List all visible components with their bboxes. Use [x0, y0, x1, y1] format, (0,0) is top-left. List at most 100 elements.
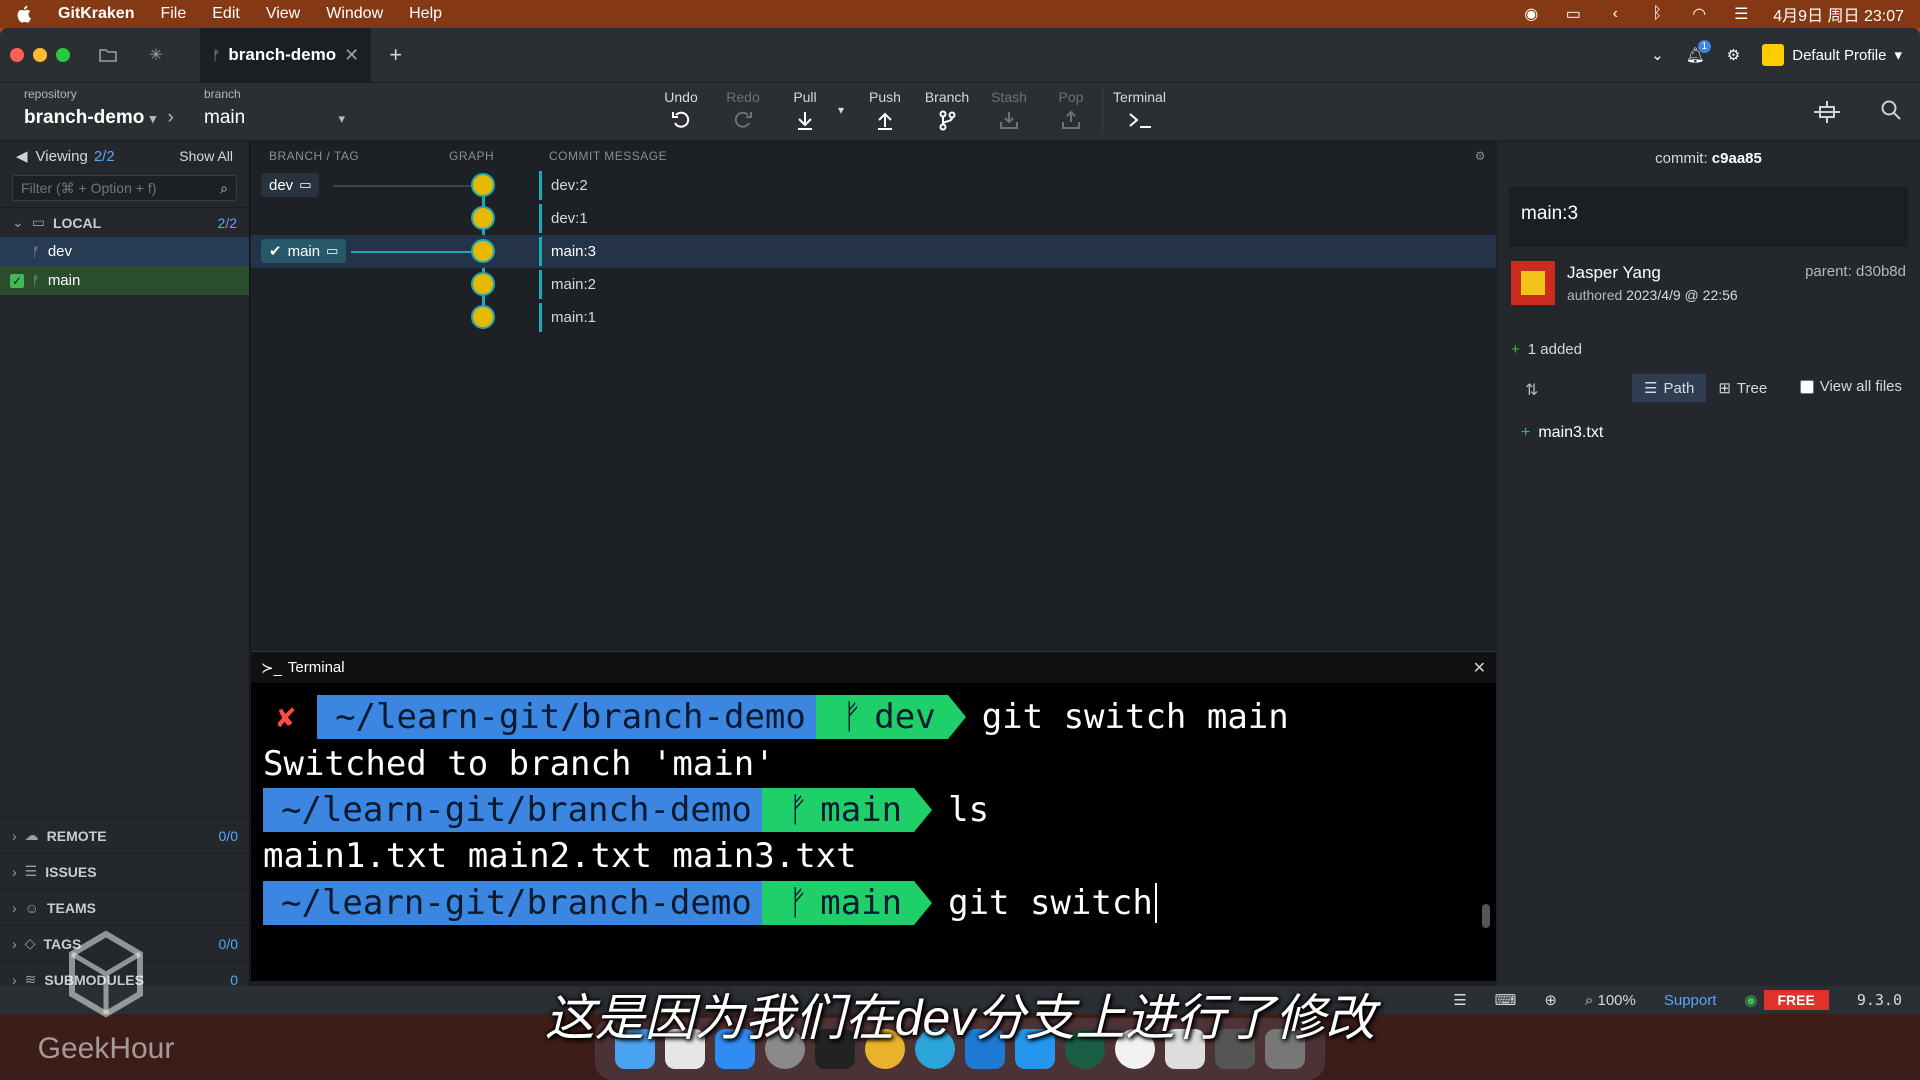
sort-icon[interactable]: ⇅ — [1525, 380, 1538, 400]
profile-selector[interactable]: Default Profile ▾ — [1762, 44, 1902, 66]
filter-input[interactable] — [21, 180, 211, 196]
bluetooth-icon[interactable]: ᛒ — [1647, 5, 1667, 22]
commit-row-bar — [539, 237, 542, 266]
push-button[interactable]: Push — [854, 89, 916, 131]
video-subtitle: 这是因为我们在dev分支上进行了修改 — [544, 990, 1376, 1046]
commit-id: commit: c9aa85 — [1497, 141, 1920, 177]
column-branch-tag[interactable]: BRANCH / TAG — [269, 149, 359, 163]
commit-avatar-node[interactable] — [471, 239, 495, 263]
commit-row[interactable]: dev:1 — [251, 202, 1496, 235]
file-name: main3.txt — [1538, 424, 1604, 441]
control-center-icon[interactable]: ☰ — [1731, 6, 1751, 23]
profile-avatar — [1762, 44, 1785, 66]
authored-date: 2023/4/9 @ 22:56 — [1626, 287, 1738, 303]
menu-app-name[interactable]: GitKraken — [58, 5, 134, 23]
column-commit-message[interactable]: COMMIT MESSAGE — [549, 149, 667, 163]
branch-ref-dev[interactable]: dev ▭ — [261, 173, 320, 197]
pop-icon — [1062, 110, 1080, 129]
path-view-button[interactable]: ☰ Path — [1632, 374, 1707, 402]
pull-button[interactable]: Pull ▾ — [774, 89, 844, 131]
settings-gear-icon[interactable]: ⚙ — [1727, 46, 1740, 64]
maximize-window-button[interactable] — [56, 48, 70, 62]
redo-button[interactable]: Redo — [712, 89, 774, 131]
graph-column-headers: BRANCH / TAG GRAPH COMMIT MESSAGE ⚙ — [251, 141, 1496, 169]
terminal-panel[interactable]: ≻_ Terminal ✕ ✘ ~/learn-git/branch-demo … — [251, 651, 1496, 981]
menu-view[interactable]: View — [266, 5, 300, 23]
remote-section-header[interactable]: › ☁ REMOTE 0/0 — [0, 817, 250, 853]
branch-selector[interactable]: branch main ▾ — [204, 87, 345, 129]
new-tab-button[interactable]: + — [389, 42, 402, 68]
apple-icon[interactable] — [16, 5, 34, 23]
commit-avatar-node[interactable] — [471, 272, 495, 296]
branch-ref-main[interactable]: ✔ main ▭ — [261, 239, 347, 263]
pop-button[interactable]: Pop — [1040, 89, 1102, 131]
changed-file-item[interactable]: + main3.txt — [1521, 424, 1896, 442]
menu-help[interactable]: Help — [409, 5, 442, 23]
chevron-right-icon: › — [12, 827, 17, 844]
view-all-files-checkbox[interactable] — [1799, 379, 1814, 394]
chevron-right-icon: › — [167, 107, 174, 128]
teams-section-header[interactable]: › ☺ TEAMS — [0, 889, 250, 925]
commit-row[interactable]: main:1 — [251, 301, 1496, 334]
close-window-button[interactable] — [10, 48, 24, 62]
commit-row[interactable]: dev ▭ dev:2 — [251, 169, 1496, 202]
menu-file[interactable]: File — [160, 5, 186, 23]
menu-window[interactable]: Window — [326, 5, 383, 23]
column-settings-gear-icon[interactable]: ⚙ — [1475, 149, 1486, 163]
filter-field[interactable]: ⌕ — [12, 175, 237, 201]
terminal-command-input[interactable]: git switch — [948, 883, 1153, 923]
caret-down-icon: ▾ — [338, 111, 345, 126]
ref-label: main — [287, 242, 321, 260]
commit-avatar-node[interactable] — [471, 305, 495, 329]
parent-sha[interactable]: d30b8d — [1856, 263, 1906, 280]
close-terminal-icon[interactable]: ✕ — [1473, 658, 1486, 678]
column-graph[interactable]: GRAPH — [449, 149, 494, 163]
viewing-toggle-icon[interactable]: ◀ — [16, 147, 28, 165]
prompt-arrow — [947, 695, 966, 739]
terminal-command: ls — [948, 790, 990, 830]
terminal-button[interactable]: Terminal — [1102, 89, 1176, 131]
pull-options-caret-icon[interactable]: ▾ — [838, 103, 844, 117]
commit-row-selected[interactable]: ✔ main ▭ main:3 — [251, 235, 1496, 268]
issues-section-header[interactable]: › ☰ ISSUES — [0, 853, 250, 889]
commit-row[interactable]: main:2 — [251, 268, 1496, 301]
notification-bell-icon[interactable]: 🔔︎ 1 — [1686, 40, 1711, 64]
branch-button[interactable]: Branch — [916, 89, 978, 131]
terminal-label: Terminal — [1113, 89, 1166, 105]
close-tab-icon[interactable]: ✕ — [344, 45, 359, 66]
chevron-left-icon[interactable]: ‹ — [1605, 5, 1625, 22]
commit-avatar-node[interactable] — [471, 173, 495, 197]
terminal-scrollbar[interactable] — [1482, 904, 1490, 928]
view-all-files-toggle[interactable]: View all files — [1799, 378, 1902, 395]
authored-label: authored — [1567, 287, 1623, 303]
remote-count: 0/0 — [218, 827, 238, 844]
minimize-window-button[interactable] — [33, 48, 47, 62]
menu-edit[interactable]: Edit — [212, 5, 240, 23]
repo-selector[interactable]: repository branch-demo ▾ › — [24, 87, 174, 129]
menubar-datetime[interactable]: 4月9日 周日 23:07 — [1773, 2, 1904, 26]
commit-sha[interactable]: c9aa85 — [1712, 150, 1762, 167]
search-icon[interactable] — [1880, 99, 1902, 121]
stash-button[interactable]: Stash — [978, 89, 1040, 131]
file-added-icon: + — [1521, 424, 1531, 441]
undo-button[interactable]: Undo — [650, 89, 712, 131]
terminal-cursor — [1154, 883, 1157, 923]
branch-button-label: Branch — [924, 89, 970, 105]
commit-avatar-node[interactable] — [471, 206, 495, 230]
repo-tab[interactable]: ᚠ branch-demo ✕ — [200, 28, 372, 82]
sidebar-branch-dev[interactable]: ᚠ dev — [0, 237, 249, 266]
folder-icon[interactable] — [98, 45, 118, 65]
workspace-icon[interactable]: ✳ — [146, 45, 166, 65]
record-icon[interactable]: ◉ — [1521, 6, 1541, 23]
battery-icon[interactable]: ▭ — [1563, 6, 1583, 23]
commit-message-box[interactable]: main:3 — [1509, 187, 1908, 247]
tree-view-button[interactable]: ⊞ Tree — [1706, 374, 1779, 402]
chevron-down-icon[interactable]: ⌄ — [1651, 46, 1664, 64]
layout-toggle-icon[interactable] — [1812, 99, 1842, 125]
parent-label: parent: — [1805, 263, 1852, 280]
error-x-icon: ✘ — [277, 699, 296, 735]
sidebar-branch-main[interactable]: ✓ ᚠ main — [0, 266, 249, 295]
show-all-button[interactable]: Show All — [179, 148, 233, 164]
local-section-header[interactable]: ⌄ ▭ LOCAL 2/2 — [0, 207, 249, 237]
wifi-icon[interactable]: ◠ — [1689, 6, 1709, 23]
